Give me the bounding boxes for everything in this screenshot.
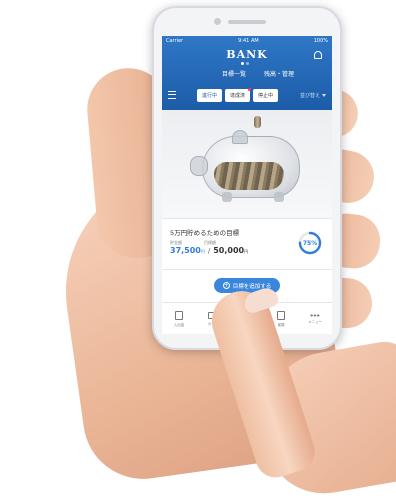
carrier-text: Carrier (166, 38, 184, 44)
goal-amounts: 37,500円 / 50,000円 (170, 246, 248, 255)
sort-button[interactable]: 並び替え (300, 92, 326, 99)
bell-icon[interactable] (314, 51, 322, 59)
filter-in-progress[interactable]: 進行中 (197, 88, 223, 102)
sort-label: 並び替え (299, 92, 320, 99)
piggy-leg (222, 192, 232, 202)
time-text: 9:41 AM (238, 38, 259, 44)
filter-achieved-label: 達成済 (230, 92, 246, 99)
filter-achieved[interactable]: 達成済 (225, 87, 252, 102)
piggy-leg (274, 192, 284, 202)
plus-icon: + (222, 282, 230, 289)
saved-value: 37,500 (170, 246, 201, 255)
tab-goals[interactable]: 目標一覧 (222, 69, 246, 78)
battery-text: 100% (313, 38, 328, 44)
status-bar: Carrier 9:41 AM 100% (162, 36, 332, 46)
chevron-down-icon (322, 93, 326, 97)
nav-menu[interactable]: メニュー (298, 303, 332, 334)
nav-label: メニュー (308, 319, 322, 324)
tab-balance[interactable]: 残高・管理 (264, 69, 294, 78)
progress-text: 75% (303, 240, 317, 247)
header-tabs: 目標一覧 残高・管理 (222, 69, 294, 78)
page-dot (241, 62, 244, 65)
page-dot (246, 62, 249, 65)
target-unit: 円 (244, 249, 249, 254)
filter-stopped[interactable]: 停止中 (253, 88, 279, 102)
saved-amount: 37,500円 (170, 246, 205, 255)
page-indicator (241, 62, 249, 65)
brand-logo: BANK (226, 48, 268, 61)
target-amount: 50,000円 (213, 246, 248, 255)
piggy-snout (190, 156, 208, 176)
progress-ring: 75% (298, 231, 322, 255)
goal-image[interactable] (162, 110, 332, 218)
saved-unit: 円 (200, 249, 205, 254)
coins-pile (214, 162, 284, 190)
more-icon (310, 313, 320, 317)
app-header: Carrier 9:41 AM 100% BANK 目標一覧 残高・管理 進行中… (162, 36, 332, 110)
coin-icon (254, 116, 261, 128)
amount-separator: / (207, 247, 211, 255)
piggy-ear (232, 130, 248, 144)
nav-deposit[interactable]: 入出金 (162, 303, 196, 334)
document-icon (175, 310, 183, 320)
menu-icon[interactable] (168, 91, 176, 99)
phone-camera (214, 18, 221, 25)
app-screen: Carrier 9:41 AM 100% BANK 目標一覧 残高・管理 進行中… (162, 36, 332, 334)
shield-icon (277, 310, 285, 320)
nav-label: 保険 (277, 322, 285, 327)
nav-label: 入出金 (173, 322, 185, 327)
filter-row: 進行中 達成済 停止中 並び替え (168, 87, 326, 102)
target-value: 50,000 (213, 246, 245, 255)
goal-title: 5万円貯めるための目標 (170, 229, 240, 237)
phone-speaker (228, 20, 266, 24)
notification-dot (248, 87, 252, 91)
goal-card[interactable]: 5万円貯めるための目標 貯金額 目標額 37,500円 / 50,000円 75… (162, 218, 332, 270)
